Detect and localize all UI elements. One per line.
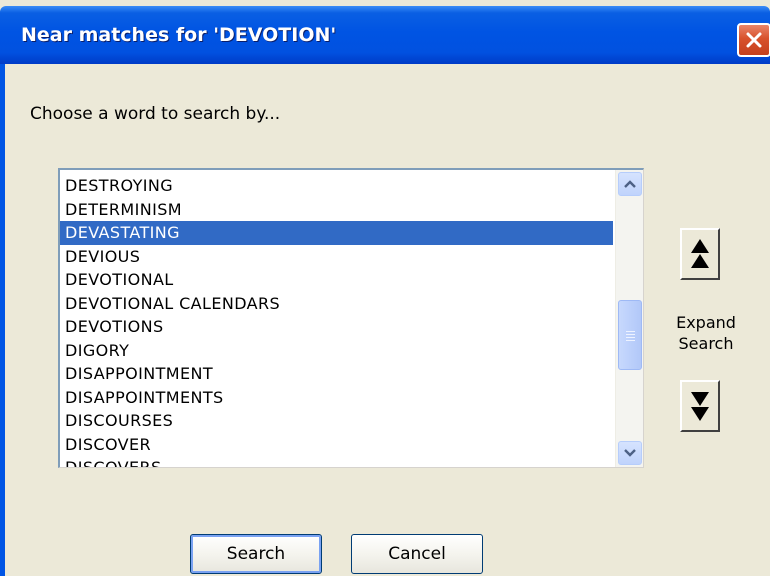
search-button[interactable]: Search — [190, 534, 322, 574]
close-button[interactable] — [737, 23, 770, 57]
chevron-up-icon — [624, 180, 636, 188]
list-item[interactable]: DISCOVER — [60, 433, 613, 457]
scroll-up-button[interactable] — [618, 172, 642, 196]
list-item[interactable]: DEVOTIONAL CALENDARS — [60, 292, 613, 316]
grip-line — [626, 337, 635, 338]
list-item[interactable]: DISAPPOINTMENT — [60, 362, 613, 386]
word-list: DESTROYING DETERMINISM DEVASTATING DEVIOUS D… — [60, 174, 613, 467]
grip-line — [626, 331, 635, 332]
list-item[interactable]: DIGORY — [60, 339, 613, 363]
list-item[interactable]: DISCOVERS — [60, 456, 613, 467]
expand-label-line1: Expand — [676, 313, 736, 332]
grip-line — [626, 334, 635, 335]
dialog-window: Near matches for 'DEVOTION' Choose a wor… — [0, 0, 770, 576]
cancel-button[interactable]: Cancel — [351, 534, 483, 574]
word-listbox[interactable]: DESTROYING DETERMINISM DEVASTATING DEVIOUS D… — [58, 168, 644, 468]
window-title: Near matches for 'DEVOTION' — [21, 24, 337, 46]
double-up-arrow-icon — [691, 239, 709, 268]
prompt-label: Choose a word to search by... — [30, 104, 281, 124]
double-down-arrow-icon — [691, 392, 709, 421]
list-item[interactable]: DISAPPOINTMENTS — [60, 386, 613, 410]
list-item[interactable]: DISCOURSES — [60, 409, 613, 433]
close-icon — [746, 32, 762, 48]
chevron-down-icon — [624, 449, 636, 457]
list-item[interactable]: DEVOTIONS — [60, 315, 613, 339]
expand-up-button[interactable] — [680, 228, 720, 280]
list-item[interactable]: DETERMINISM — [60, 198, 613, 222]
expand-search-label: Expand Search — [665, 312, 747, 354]
list-item[interactable]: DEVOTIONAL — [60, 268, 613, 292]
vertical-scrollbar[interactable] — [615, 170, 643, 467]
title-bar[interactable]: Near matches for 'DEVOTION' — [0, 6, 770, 64]
expand-label-line2: Search — [678, 334, 734, 353]
list-item[interactable]: DEVASTATING — [60, 221, 613, 245]
expand-down-button[interactable] — [680, 380, 720, 432]
window-frame — [0, 64, 5, 576]
scroll-thumb[interactable] — [618, 300, 642, 370]
grip-line — [626, 340, 635, 341]
list-item[interactable]: DEVIOUS — [60, 245, 613, 269]
list-item[interactable]: DESTROYING — [60, 174, 613, 198]
scroll-down-button[interactable] — [618, 441, 642, 465]
